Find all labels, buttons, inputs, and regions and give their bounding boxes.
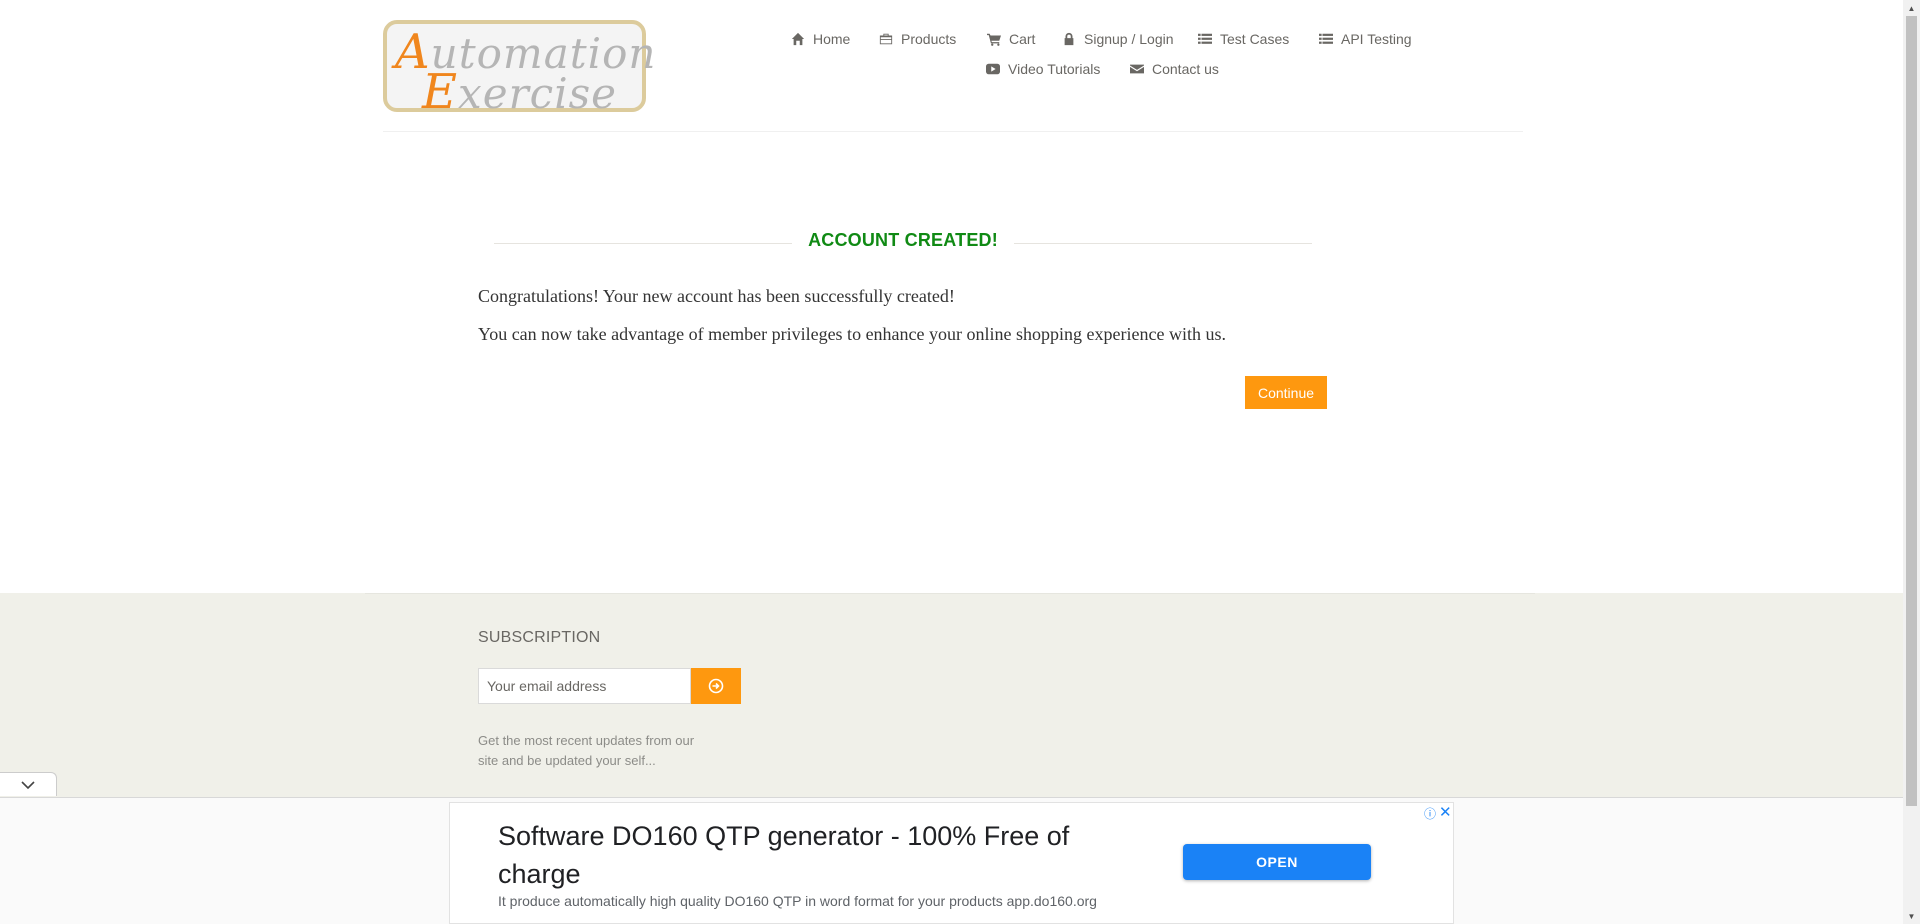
logo-line-2: Exercise bbox=[422, 64, 618, 120]
nav-cart[interactable]: Cart bbox=[987, 31, 1035, 47]
ad-banner[interactable]: Software DO160 QTP generator - 100% Free… bbox=[449, 802, 1454, 924]
scrollbar[interactable]: ▲ ▼ bbox=[1903, 0, 1920, 924]
site-header: Automation Exercise Home Products Cart S… bbox=[0, 0, 1903, 132]
nav-test-cases-label: Test Cases bbox=[1220, 31, 1290, 47]
chevron-down-icon bbox=[21, 780, 35, 789]
ad-info-icon[interactable]: ⓘ bbox=[1424, 805, 1438, 821]
nav-contact-us-label: Contact us bbox=[1152, 61, 1219, 77]
list-icon bbox=[1198, 33, 1212, 44]
scroll-down-arrow-icon[interactable]: ▼ bbox=[1903, 908, 1920, 924]
lock-icon bbox=[1064, 32, 1074, 46]
arrow-circle-right-icon bbox=[708, 678, 724, 694]
footer-divider bbox=[365, 593, 1535, 594]
cart-icon bbox=[987, 33, 1001, 46]
collapse-ad-tab[interactable] bbox=[0, 772, 57, 796]
ad-title[interactable]: Software DO160 QTP generator - 100% Free… bbox=[498, 817, 1148, 893]
subscription-email-input[interactable] bbox=[478, 668, 691, 704]
youtube-icon bbox=[986, 63, 1000, 75]
subscription-description: Get the most recent updates from our sit… bbox=[478, 733, 695, 768]
nav-video-tutorials[interactable]: Video Tutorials bbox=[986, 61, 1100, 77]
ad-open-button[interactable]: OPEN bbox=[1183, 844, 1371, 880]
subscribe-button[interactable] bbox=[691, 668, 741, 704]
account-created-section: ACCOUNT CREATED! Congratulations! Your n… bbox=[0, 132, 1903, 593]
ad-description[interactable]: It produce automatically high quality DO… bbox=[498, 893, 1097, 909]
nav-contact-us[interactable]: Contact us bbox=[1130, 61, 1219, 77]
briefcase-icon bbox=[879, 33, 893, 45]
scroll-thumb[interactable] bbox=[1906, 16, 1917, 806]
nav-video-tutorials-label: Video Tutorials bbox=[1008, 61, 1101, 77]
title-row: ACCOUNT CREATED! bbox=[494, 230, 1312, 256]
nav-signup-login[interactable]: Signup / Login bbox=[1062, 31, 1174, 47]
page-title: ACCOUNT CREATED! bbox=[808, 230, 998, 250]
nav-home[interactable]: Home bbox=[791, 31, 850, 47]
nav-products[interactable]: Products bbox=[879, 31, 956, 47]
site-logo[interactable]: Automation Exercise bbox=[383, 20, 655, 116]
envelope-icon bbox=[1130, 64, 1144, 74]
nav-home-label: Home bbox=[813, 31, 851, 47]
home-icon bbox=[791, 32, 805, 46]
nav-test-cases[interactable]: Test Cases bbox=[1198, 31, 1289, 47]
subscription-title: SUBSCRIPTION bbox=[478, 629, 601, 646]
nav-api-testing[interactable]: API Testing bbox=[1319, 31, 1412, 47]
ad-close-icon[interactable]: ✕ bbox=[1439, 803, 1453, 821]
member-privileges-text: You can now take advantage of member pri… bbox=[478, 324, 1226, 344]
list-icon bbox=[1319, 33, 1333, 44]
nav-signup-login-label: Signup / Login bbox=[1084, 31, 1174, 47]
nav-cart-label: Cart bbox=[1009, 31, 1036, 47]
nav-api-testing-label: API Testing bbox=[1341, 31, 1412, 47]
nav-products-label: Products bbox=[901, 31, 957, 47]
congratulations-text: Congratulations! Your new account has be… bbox=[478, 286, 955, 306]
scroll-up-arrow-icon[interactable]: ▲ bbox=[1903, 0, 1920, 16]
continue-button[interactable]: Continue bbox=[1245, 376, 1327, 409]
